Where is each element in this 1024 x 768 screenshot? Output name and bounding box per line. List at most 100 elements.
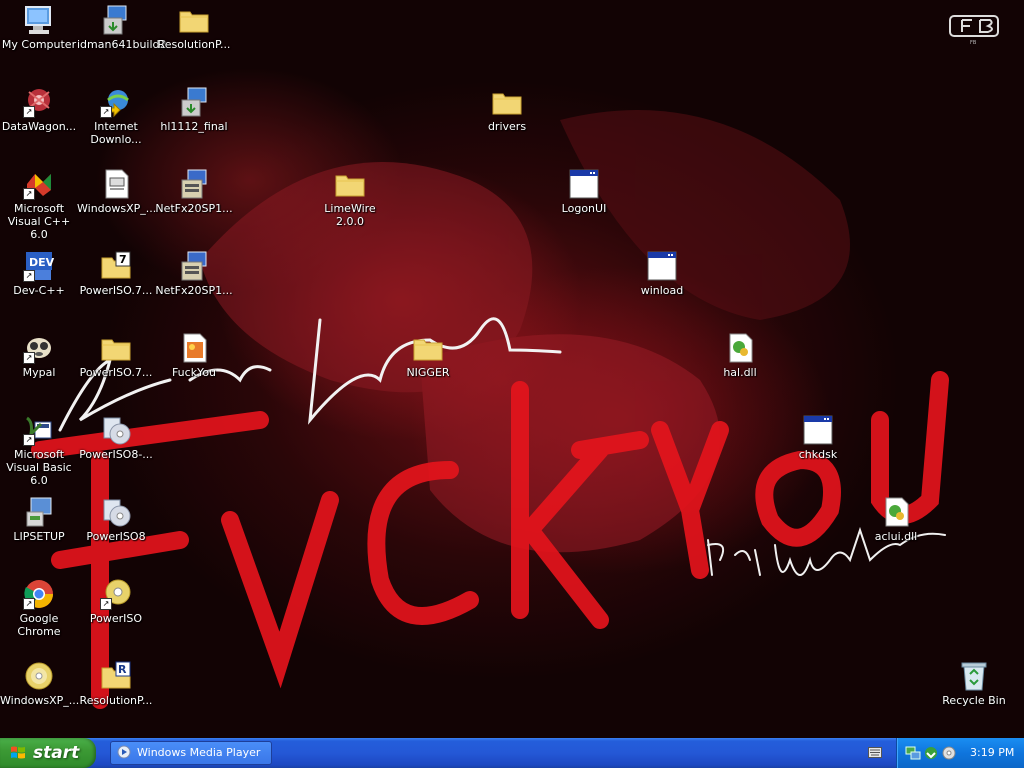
desktop-icon-hl1112[interactable]: hl1112_final (155, 86, 233, 133)
poweriso-installer-icon (100, 414, 132, 446)
folder-icon (412, 332, 444, 364)
icon-label: PowerISO.7... (79, 284, 153, 297)
taskbar-button-windows-media-player[interactable]: Windows Media Player (110, 741, 272, 765)
icon-label: idman641build2 (77, 38, 167, 51)
taskbar: start Windows Media Player 3:19 PM (0, 738, 1024, 768)
shortcut-arrow-icon: ↗ (23, 352, 35, 364)
desktop-icon-poweriso8dash[interactable]: PowerISO8-... (77, 414, 155, 461)
application-window-icon (646, 250, 678, 282)
icon-label: hal.dll (723, 366, 757, 379)
shortcut-arrow-icon: ↗ (23, 270, 35, 282)
icon-label: winload (640, 284, 684, 297)
desktop-icon-logonui[interactable]: LogonUI (545, 168, 623, 215)
desktop-icon-netfx2[interactable]: NetFx20SP1... (155, 250, 233, 297)
taskbar-button-label: Windows Media Player (137, 746, 261, 759)
dotnet-installer-icon (178, 168, 210, 200)
shortcut-arrow-icon: ↗ (23, 598, 35, 610)
icon-label: Google Chrome (17, 612, 61, 638)
desktop-icon-fuckyou[interactable]: FuckYou (155, 332, 233, 379)
folder-zip-icon: 7 (100, 250, 132, 282)
poweriso-tray-icon[interactable] (941, 745, 957, 761)
icon-label: ResolutionP... (79, 694, 153, 707)
icon-label: PowerISO8-... (79, 448, 153, 461)
svg-text:R: R (118, 663, 127, 676)
icon-label: Recycle Bin (942, 694, 1006, 707)
desktop-icon-resolutionp2[interactable]: R ResolutionP... (77, 660, 155, 707)
icon-label: LimeWire 2.0.0 (324, 202, 376, 228)
dotnet-installer-icon (178, 250, 210, 282)
shortcut-arrow-icon: ↗ (100, 106, 112, 118)
application-window-icon (802, 414, 834, 446)
icon-label: ResolutionP... (157, 38, 231, 51)
installer-icon (100, 4, 132, 36)
desktop-icon-idman[interactable]: idman641build2 (77, 4, 167, 51)
desktop-icon-recycle-bin[interactable]: Recycle Bin (935, 660, 1013, 707)
icon-label: DataWagon... (1, 120, 77, 133)
desktop-icon-msvb[interactable]: ↗ Microsoft Visual Basic 6.0 (0, 414, 78, 487)
desktop-icon-chrome[interactable]: ↗ Google Chrome (0, 578, 78, 638)
desktop-icon-poweriso[interactable]: ↗ PowerISO (77, 578, 155, 625)
desktop-icon-devcpp[interactable]: DEV ↗ Dev-C++ (0, 250, 78, 297)
visual-cpp-icon: ↗ (23, 168, 55, 200)
start-label: start (33, 743, 80, 763)
icon-label: FuckYou (171, 366, 217, 379)
desktop-icon-poweriso7b[interactable]: PowerISO.7... (77, 332, 155, 379)
icon-label: WindowsXP_... (0, 694, 80, 707)
icon-label: Dev-C++ (13, 284, 65, 297)
desktop-icon-windowsxp2[interactable]: WindowsXP_... (0, 660, 80, 707)
svg-text:7: 7 (119, 253, 127, 266)
desktop-icon-drivers[interactable]: drivers (468, 86, 546, 133)
desktop-icon-limewire[interactable]: LimeWire 2.0.0 (311, 168, 389, 228)
my-computer-icon (23, 4, 55, 36)
icon-label: NetFx20SP1... (155, 284, 233, 297)
desktop-icon-chkdsk[interactable]: chkdsk (779, 414, 857, 461)
icon-label: NIGGER (406, 366, 450, 379)
desktop-icon-lipsetup[interactable]: LIPSETUP (0, 496, 78, 543)
keyboard-icon[interactable] (868, 747, 882, 758)
desktop-icon-haldll[interactable]: hal.dll (701, 332, 779, 379)
desktop-icon-mypal[interactable]: ↗ Mypal (0, 332, 78, 379)
desktop-icon-nigger[interactable]: NIGGER (389, 332, 467, 379)
desktop-icon-my-computer[interactable]: My Computer (0, 4, 78, 51)
icon-label: NetFx20SP1... (155, 202, 233, 215)
icon-label: Internet Downlo... (90, 120, 142, 146)
icon-label: PowerISO8 (86, 530, 146, 543)
desktop-icon-resolutionp1[interactable]: ResolutionP... (155, 4, 233, 51)
desktop-icon-datawagon[interactable]: ↗ DataWagon... (0, 86, 78, 133)
desktop-icon-acluidll[interactable]: aclui.dll (857, 496, 935, 543)
desktop-icon-netfx1[interactable]: NetFx20SP1... (155, 168, 233, 215)
setup-icon (23, 496, 55, 528)
desktop-icon-poweriso7a[interactable]: 7 PowerISO.7... (77, 250, 155, 297)
desktop-icon-windowsxp1[interactable]: WindowsXP_... (77, 168, 157, 215)
start-button[interactable]: start (0, 738, 96, 768)
network-icon[interactable] (905, 745, 921, 761)
chrome-icon: ↗ (23, 578, 55, 610)
folder-icon (334, 168, 366, 200)
desktop[interactable]: FB My Computer ↗ DataWagon... ↗ Microsof… (0, 0, 1024, 738)
desktop-icon-msvc[interactable]: ↗ Microsoft Visual C++ 6.0 (0, 168, 78, 241)
system-tray: 3:19 PM (896, 738, 1024, 768)
icon-label: WindowsXP_... (77, 202, 157, 215)
folder-icon (178, 4, 210, 36)
icon-label: chkdsk (798, 448, 838, 461)
dll-file-icon (880, 496, 912, 528)
clock[interactable]: 3:19 PM (970, 738, 1014, 768)
shortcut-arrow-icon: ↗ (23, 188, 35, 200)
installer-icon (178, 86, 210, 118)
icon-label: hl1112_final (160, 120, 228, 133)
mypal-icon: ↗ (23, 332, 55, 364)
document-icon (100, 168, 132, 200)
icon-label: Mypal (22, 366, 56, 379)
desktop-icon-internet-download[interactable]: ↗ Internet Downlo... (77, 86, 155, 146)
folder-icon (491, 86, 523, 118)
desktop-icon-poweriso8[interactable]: PowerISO8 (77, 496, 155, 543)
icon-label: drivers (487, 120, 527, 133)
image-file-icon (178, 332, 210, 364)
desktop-icon-winload[interactable]: winload (623, 250, 701, 297)
shortcut-arrow-icon: ↗ (23, 434, 35, 446)
icon-label: PowerISO.7... (79, 366, 153, 379)
icon-label: Microsoft Visual C++ 6.0 (7, 202, 71, 241)
icon-label: PowerISO (89, 612, 143, 625)
idm-tray-icon[interactable] (923, 745, 939, 761)
svg-text:DEV: DEV (29, 256, 55, 269)
